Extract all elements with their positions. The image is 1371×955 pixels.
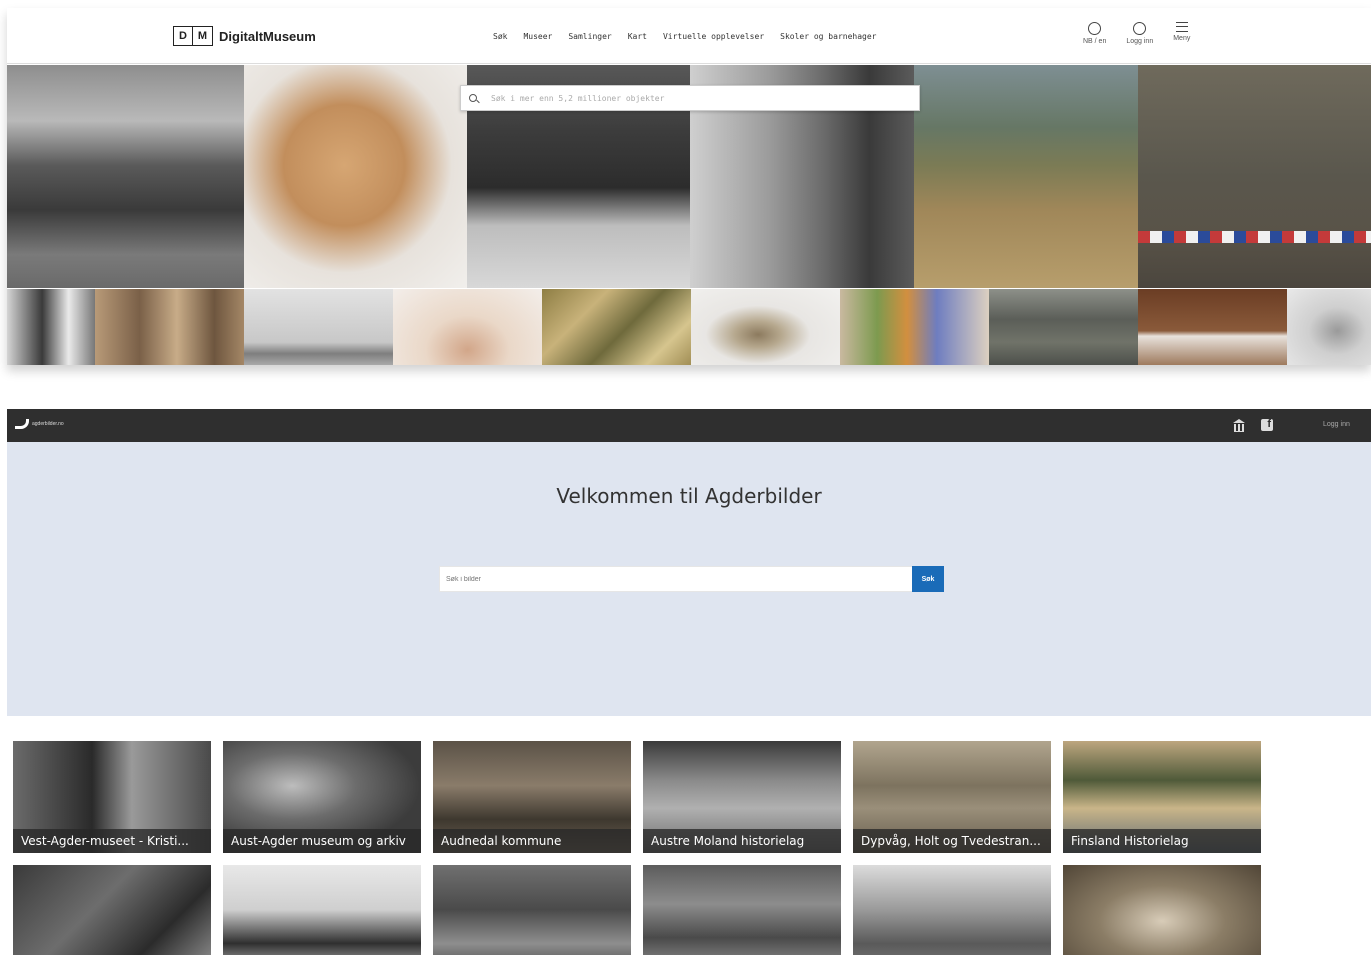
ag-top-bar: agderbilder.no Logg inn (7, 409, 1371, 442)
search-button[interactable]: Søk (912, 566, 944, 592)
dm-header: D M DigitaltMuseum Søk Museer Samlinger … (7, 8, 1371, 64)
mosaic-photo-portrait-man[interactable] (7, 289, 95, 365)
nav-item-sok[interactable]: Søk (493, 32, 507, 41)
museum-icon[interactable] (1233, 419, 1245, 432)
mosaic-photo-hills[interactable] (914, 65, 1138, 288)
collection-card-label: Austre Moland historielag (643, 829, 841, 853)
dm-search-bar[interactable] (460, 85, 920, 111)
mosaic-photo-parade[interactable] (7, 65, 244, 288)
collection-card-label: Finsland Historielag (1063, 829, 1261, 853)
search-icon (469, 94, 477, 102)
user-icon (1133, 22, 1147, 35)
dm-header-actions: NB / en Logg inn Meny (1083, 22, 1190, 45)
mosaic-photo-wooden-box[interactable] (244, 65, 467, 288)
nav-item-kart[interactable]: Kart (628, 32, 647, 41)
language-button[interactable]: NB / en (1083, 22, 1106, 45)
collection-card[interactable] (223, 865, 421, 955)
collection-card[interactable]: Vest-Agder-museet - Kristi... (13, 741, 211, 853)
collection-card[interactable] (853, 865, 1051, 955)
language-label: NB / en (1083, 38, 1107, 45)
facebook-icon[interactable] (1261, 418, 1273, 431)
page-title: Velkommen til Agderbilder (556, 484, 822, 508)
mosaic-photo-cup[interactable] (691, 289, 840, 365)
nav-item-skoler[interactable]: Skoler og barnehager (780, 32, 876, 41)
dm-main-nav: Søk Museer Samlinger Kart Virtuelle oppl… (493, 32, 876, 41)
login-label: Logg inn (1126, 38, 1154, 45)
mosaic-photo-landscape-bw[interactable] (244, 289, 393, 365)
ag-login-link[interactable]: Logg inn (1323, 421, 1350, 428)
collection-card[interactable]: Dypvåg, Holt og Tvedestran... (853, 741, 1051, 853)
ag-search-bar: Søk (439, 566, 944, 592)
mosaic-photo-excavation[interactable] (1138, 65, 1371, 288)
collection-card[interactable] (643, 865, 841, 955)
digitaltmuseum-screenshot: D M DigitaltMuseum Søk Museer Samlinger … (7, 8, 1371, 365)
collection-card-label: Audnedal kommune (433, 829, 631, 853)
collection-card[interactable]: Austre Moland historielag (643, 741, 841, 853)
collection-card[interactable]: Finsland Historielag (1063, 741, 1261, 853)
ag-logo-mark-icon (15, 419, 29, 429)
menu-button[interactable]: Meny (1173, 22, 1190, 45)
menu-icon (1175, 22, 1188, 32)
dm-logo-letter-d: D (173, 26, 193, 46)
nav-item-virtuelle[interactable]: Virtuelle opplevelser (663, 32, 764, 41)
mosaic-photo-ornament[interactable] (393, 289, 542, 365)
mosaic-photo-church[interactable] (989, 289, 1138, 365)
ag-search-input[interactable] (439, 566, 912, 592)
login-button[interactable]: Logg inn (1126, 22, 1153, 45)
mosaic-photo-family[interactable] (95, 289, 244, 365)
dm-logo-text: DigitaltMuseum (219, 28, 316, 44)
collection-card-label: Dypvåg, Holt og Tvedestran... (853, 829, 1051, 853)
agderbilder-screenshot: agderbilder.no Logg inn Velkommen til Ag… (7, 409, 1371, 955)
collection-card[interactable] (1063, 865, 1261, 955)
collection-card[interactable] (433, 865, 631, 955)
mosaic-photo-wood-panel[interactable] (1138, 289, 1287, 365)
collection-card[interactable] (13, 865, 211, 955)
mosaic-photo-painting[interactable] (542, 289, 691, 365)
dm-search-input[interactable] (491, 93, 891, 103)
dm-logo[interactable]: D M DigitaltMuseum (173, 26, 316, 46)
mosaic-photo-presentation[interactable] (840, 289, 989, 365)
ag-logo-text: agderbilder.no (32, 421, 64, 427)
dm-logo-letter-m: M (193, 26, 213, 46)
ag-hero: Velkommen til Agderbilder Søk (7, 442, 1371, 716)
mosaic-photo-portrait-old[interactable] (1287, 289, 1371, 365)
ag-header-icons (1233, 418, 1273, 432)
nav-item-museer[interactable]: Museer (523, 32, 552, 41)
collection-card[interactable]: Audnedal kommune (433, 741, 631, 853)
collection-card-label: Vest-Agder-museet - Kristi... (13, 829, 211, 853)
globe-icon (1088, 22, 1102, 35)
collection-card-label: Aust-Agder museum og arkiv (223, 829, 421, 853)
collection-card[interactable]: Aust-Agder museum og arkiv (223, 741, 421, 853)
menu-label: Meny (1173, 35, 1191, 42)
ag-logo[interactable]: agderbilder.no (15, 419, 64, 429)
nav-item-samlinger[interactable]: Samlinger (568, 32, 611, 41)
